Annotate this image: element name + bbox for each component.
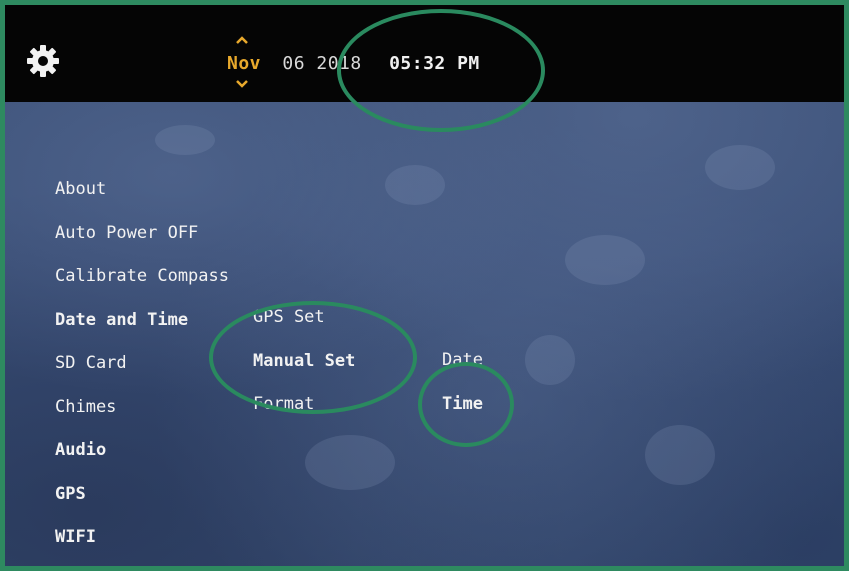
day-year-value[interactable]: 06 2018 bbox=[282, 53, 361, 74]
menu-item-calibrate-compass[interactable]: Calibrate Compass bbox=[55, 264, 229, 308]
menu-item-auto-power-off[interactable]: Auto Power OFF bbox=[55, 221, 229, 265]
date-time-display: Nov 06 2018 05:32 PM bbox=[227, 36, 480, 88]
menu-item-audio[interactable]: Audio bbox=[55, 438, 229, 482]
background-speckle bbox=[565, 235, 645, 285]
background-speckle bbox=[525, 335, 575, 385]
submenu-item-manual-set[interactable]: Manual Set bbox=[253, 349, 355, 393]
month-value: Nov bbox=[227, 53, 262, 74]
time-value[interactable]: 05:32 PM bbox=[389, 53, 480, 74]
menu-item-chimes[interactable]: Chimes bbox=[55, 395, 229, 439]
background-speckle bbox=[305, 435, 395, 490]
menu-item-wifi[interactable]: WIFI bbox=[55, 525, 229, 566]
menu-item-sd-card[interactable]: SD Card bbox=[55, 351, 229, 395]
menu-item-about[interactable]: About bbox=[55, 177, 229, 221]
submenu-item-format[interactable]: Format bbox=[253, 392, 355, 436]
status-bar: Nov 06 2018 05:32 PM bbox=[5, 5, 844, 102]
settings-menu: About Auto Power OFF Calibrate Compass D… bbox=[55, 177, 229, 566]
chevron-up-icon[interactable] bbox=[235, 35, 249, 45]
date-time-submenu: GPS Set Manual Set Format bbox=[253, 305, 355, 436]
device-screen: Nov 06 2018 05:32 PM About Auto Power OF… bbox=[0, 0, 849, 571]
gear-icon[interactable] bbox=[25, 43, 61, 79]
background-speckle bbox=[385, 165, 445, 205]
menu-item-gps[interactable]: GPS bbox=[55, 482, 229, 526]
submenu-item-gps-set[interactable]: GPS Set bbox=[253, 305, 355, 349]
submenu-item-time[interactable]: Time bbox=[442, 392, 483, 436]
month-field[interactable]: Nov bbox=[227, 36, 262, 88]
background-speckle bbox=[705, 145, 775, 190]
menu-item-date-and-time[interactable]: Date and Time bbox=[55, 308, 229, 352]
chevron-down-icon[interactable] bbox=[235, 79, 249, 89]
submenu-item-date[interactable]: Date bbox=[442, 348, 483, 392]
background-speckle bbox=[155, 125, 215, 155]
background-speckle bbox=[645, 425, 715, 485]
manual-set-submenu: Date Time bbox=[442, 348, 483, 435]
